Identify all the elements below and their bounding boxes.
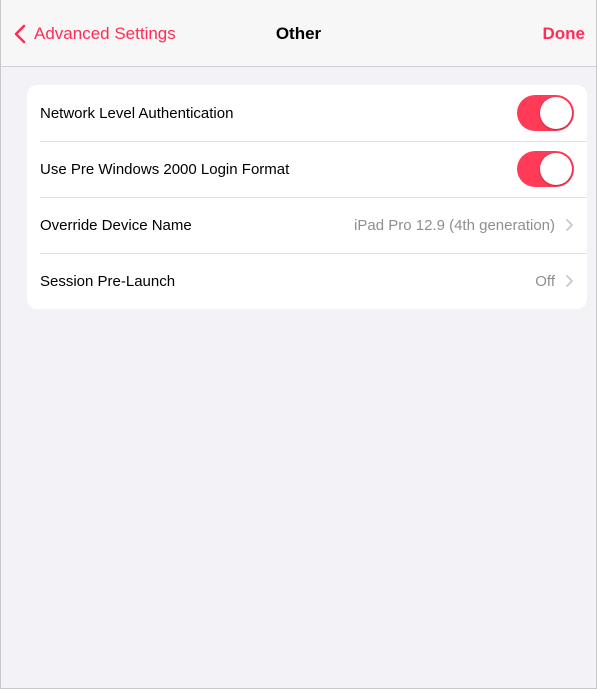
setting-label: Network Level Authentication (40, 104, 234, 122)
session-pre-launch-value: Off (535, 272, 555, 290)
back-button-label: Advanced Settings (34, 24, 176, 43)
toggle-knob (540, 97, 572, 129)
navigation-bar: Advanced Settings Other Done (1, 0, 596, 67)
chevron-right-icon (566, 275, 573, 287)
back-button[interactable]: Advanced Settings (13, 20, 176, 48)
chevron-left-icon (14, 24, 26, 44)
setting-row-pre-windows-2000-login: Use Pre Windows 2000 Login Format (27, 141, 587, 197)
setting-row-session-pre-launch[interactable]: Session Pre-Launch Off (27, 253, 587, 309)
pre-windows-2000-login-toggle[interactable] (517, 151, 574, 187)
settings-screen: Advanced Settings Other Done Network Lev… (0, 0, 597, 689)
device-name-value: iPad Pro 12.9 (4th generation) (354, 216, 555, 234)
setting-row-override-device-name[interactable]: Override Device Name iPad Pro 12.9 (4th … (27, 197, 587, 253)
setting-label: Use Pre Windows 2000 Login Format (40, 160, 290, 178)
setting-row-network-level-authentication: Network Level Authentication (27, 85, 587, 141)
setting-label: Session Pre-Launch (40, 272, 176, 290)
chevron-right-icon (566, 219, 573, 231)
toggle-knob (540, 153, 572, 185)
setting-label: Override Device Name (40, 216, 192, 234)
network-level-authentication-toggle[interactable] (517, 95, 574, 131)
done-button[interactable]: Done (543, 20, 586, 48)
settings-group: Network Level Authentication Use Pre Win… (27, 85, 587, 309)
